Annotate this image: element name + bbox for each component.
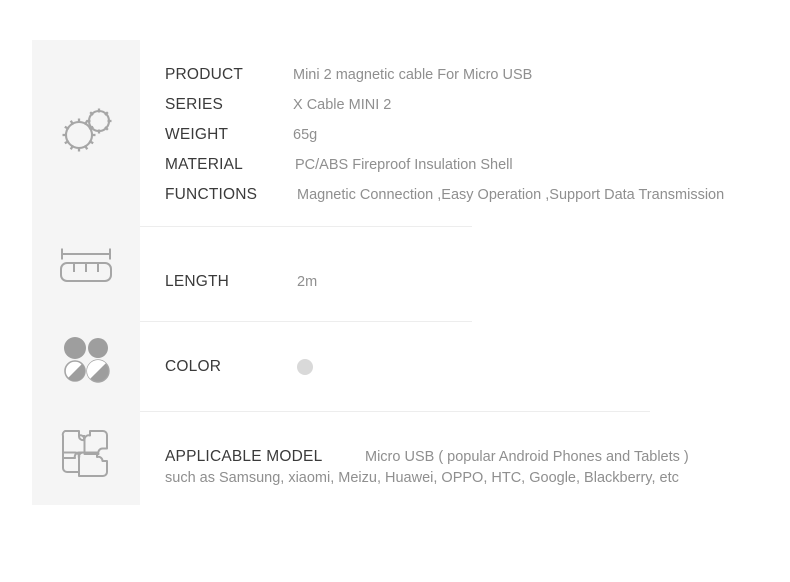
spec-label-color: COLOR: [165, 358, 222, 375]
spec-value-material: PC/ABS Fireproof Insulation Shell: [295, 157, 513, 173]
spec-label-series: SERIES: [165, 96, 224, 113]
puzzle-icon: [61, 429, 108, 477]
spec-label-functions: FUNCTIONS: [165, 186, 258, 203]
icon-column: [32, 40, 140, 505]
section-divider-1: [140, 226, 472, 227]
spec-label-applicable-model: APPLICABLE MODEL: [165, 448, 323, 465]
spec-value-series: X Cable MINI 2: [293, 97, 392, 113]
spec-value-functions: Magnetic Connection ,Easy Operation ,Sup…: [297, 187, 725, 203]
icon-cell-product: [32, 40, 140, 218]
spec-value-weight: 65g: [293, 127, 318, 143]
spec-label-product: PRODUCT: [165, 66, 244, 83]
color-circles-icon: [64, 337, 110, 383]
spec-value-product: Mini 2 magnetic cable For Micro USB: [293, 67, 533, 83]
ruler-icon: [60, 248, 112, 282]
spec-label-material: MATERIAL: [165, 156, 243, 173]
spec-label-weight: WEIGHT: [165, 126, 229, 143]
icon-cell-applicable-model: [32, 404, 140, 505]
icon-cell-length: [32, 218, 140, 314]
spec-value-length: 2m: [297, 274, 318, 290]
applicable-model-brands: such as Samsung, xiaomi, Meizu, Huawei, …: [165, 470, 679, 486]
icon-cell-color: [32, 314, 140, 404]
section-divider-2: [140, 321, 472, 322]
color-swatch-silver: [297, 359, 313, 375]
spec-value-applicable-model: Micro USB ( popular Android Phones and T…: [365, 449, 689, 465]
section-divider-3: [140, 411, 650, 412]
gears-icon: [62, 108, 112, 152]
spec-label-length: LENGTH: [165, 273, 230, 290]
product-spec-sheet: PRODUCT Mini 2 magnetic cable For Micro …: [0, 0, 790, 582]
